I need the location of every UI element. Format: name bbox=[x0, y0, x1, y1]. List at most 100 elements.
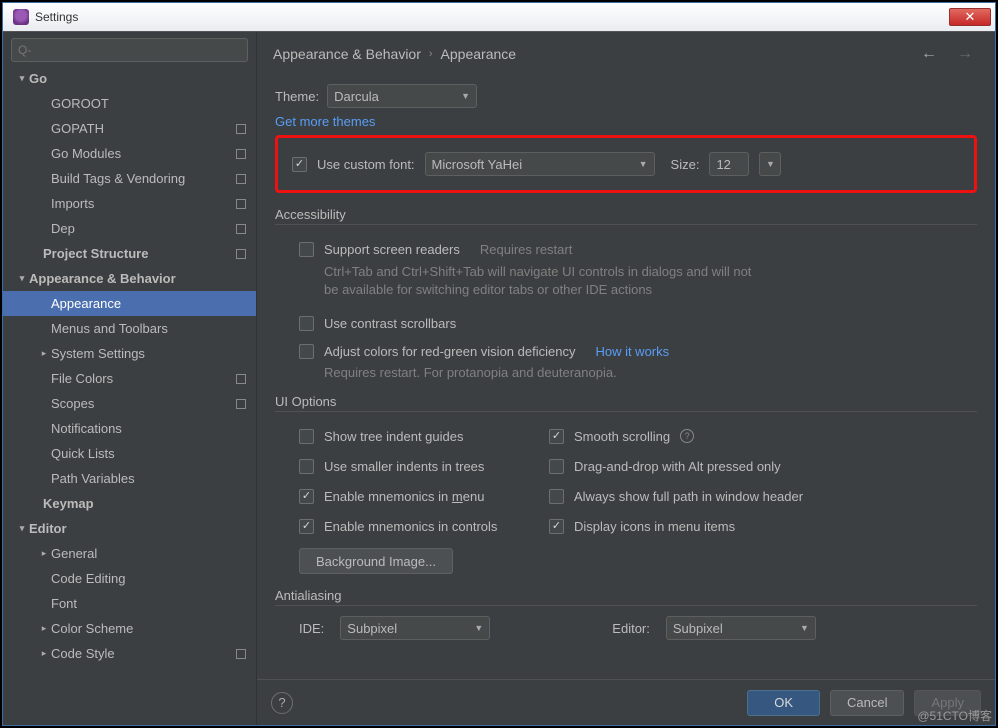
breadcrumb: Appearance & Behavior › Appearance ← → bbox=[257, 32, 995, 68]
chevron-down-icon: ▼ bbox=[766, 159, 775, 169]
tree-item[interactable]: Project Structure bbox=[3, 241, 256, 266]
ok-button[interactable]: OK bbox=[747, 690, 820, 716]
chevron-down-icon[interactable]: ▾ bbox=[15, 73, 29, 84]
tree-item-label: Go bbox=[29, 71, 246, 86]
theme-label: Theme: bbox=[275, 89, 319, 104]
screen-readers-note: Ctrl+Tab and Ctrl+Shift+Tab will navigat… bbox=[299, 263, 769, 299]
chevron-right-icon[interactable]: ▸ bbox=[37, 348, 51, 359]
breadcrumb-current: Appearance bbox=[441, 46, 517, 62]
screen-readers-checkbox[interactable] bbox=[299, 242, 314, 257]
chevron-down-icon[interactable]: ▾ bbox=[15, 523, 29, 534]
tree-item-label: Keymap bbox=[43, 496, 246, 511]
tree-item[interactable]: Keymap bbox=[3, 491, 256, 516]
tree-item[interactable]: Dep bbox=[3, 216, 256, 241]
tree-item-label: Code Editing bbox=[51, 571, 246, 586]
font-dropdown[interactable]: Microsoft YaHei ▼ bbox=[425, 152, 655, 176]
full-path-checkbox[interactable] bbox=[549, 489, 564, 504]
tree-item[interactable]: ▾Appearance & Behavior bbox=[3, 266, 256, 291]
tree-item-label: Appearance bbox=[51, 296, 246, 311]
tree-item-label: Notifications bbox=[51, 421, 246, 436]
background-image-button[interactable]: Background Image... bbox=[299, 548, 453, 574]
tree-item[interactable]: ▸General bbox=[3, 541, 256, 566]
drag-alt-checkbox[interactable] bbox=[549, 459, 564, 474]
tree-item-label: Build Tags & Vendoring bbox=[51, 171, 236, 186]
tree-item[interactable]: ▸Color Scheme bbox=[3, 616, 256, 641]
theme-dropdown[interactable]: Darcula ▼ bbox=[327, 84, 477, 108]
color-deficiency-checkbox[interactable] bbox=[299, 344, 314, 359]
tree-item[interactable]: ▸Code Style bbox=[3, 641, 256, 666]
icons-menu-checkbox[interactable] bbox=[549, 519, 564, 534]
breadcrumb-parent[interactable]: Appearance & Behavior bbox=[273, 46, 421, 62]
smooth-scrolling-checkbox[interactable] bbox=[549, 429, 564, 444]
search-input[interactable] bbox=[11, 38, 248, 62]
tree-item[interactable]: Go Modules bbox=[3, 141, 256, 166]
settings-panel: Appearance & Behavior › Appearance ← → T… bbox=[257, 32, 995, 725]
tree-item[interactable]: GOROOT bbox=[3, 91, 256, 116]
chevron-down-icon: ▼ bbox=[474, 623, 483, 633]
tree-item-label: Dep bbox=[51, 221, 236, 236]
tree-item[interactable]: ▸System Settings bbox=[3, 341, 256, 366]
watermark: @51CTO博客 bbox=[917, 707, 992, 724]
get-more-themes-link[interactable]: Get more themes bbox=[275, 114, 375, 129]
help-button[interactable]: ? bbox=[271, 692, 293, 714]
color-deficiency-note: Requires restart. For protanopia and deu… bbox=[299, 365, 977, 380]
tree-indent-checkbox[interactable] bbox=[299, 429, 314, 444]
chevron-right-icon[interactable]: ▸ bbox=[37, 648, 51, 659]
mnemonics-controls-checkbox[interactable] bbox=[299, 519, 314, 534]
close-button[interactable]: ✕ bbox=[949, 8, 991, 26]
project-badge-icon bbox=[236, 124, 246, 134]
tree-item[interactable]: Imports bbox=[3, 191, 256, 216]
project-badge-icon bbox=[236, 149, 246, 159]
screen-readers-label: Support screen readers bbox=[324, 242, 460, 257]
forward-arrow-icon[interactable]: → bbox=[951, 43, 979, 65]
tree-item-label: GOROOT bbox=[51, 96, 246, 111]
project-badge-icon bbox=[236, 649, 246, 659]
font-size-label: Size: bbox=[671, 157, 700, 172]
mnemonics-menu-checkbox[interactable] bbox=[299, 489, 314, 504]
chevron-right-icon[interactable]: ▸ bbox=[37, 623, 51, 634]
aa-editor-dropdown[interactable]: Subpixel ▼ bbox=[666, 616, 816, 640]
tree-item[interactable]: Menus and Toolbars bbox=[3, 316, 256, 341]
tree-item[interactable]: Path Variables bbox=[3, 466, 256, 491]
aa-ide-dropdown[interactable]: Subpixel ▼ bbox=[340, 616, 490, 640]
tree-item[interactable]: Font bbox=[3, 591, 256, 616]
tree-item[interactable]: Build Tags & Vendoring bbox=[3, 166, 256, 191]
help-icon[interactable]: ? bbox=[680, 429, 694, 443]
use-custom-font-checkbox[interactable] bbox=[292, 157, 307, 172]
tree-item-label: Font bbox=[51, 596, 246, 611]
app-icon bbox=[13, 9, 29, 25]
chevron-down-icon: ▼ bbox=[800, 623, 809, 633]
chevron-right-icon[interactable]: ▸ bbox=[37, 548, 51, 559]
chevron-down-icon: ▼ bbox=[461, 91, 470, 101]
chevron-down-icon: ▼ bbox=[639, 159, 648, 169]
tree-item-label: Menus and Toolbars bbox=[51, 321, 246, 336]
settings-window: Settings ✕ ▾GoGOROOTGOPATHGo ModulesBuil… bbox=[2, 2, 996, 726]
project-badge-icon bbox=[236, 224, 246, 234]
back-arrow-icon[interactable]: ← bbox=[915, 43, 943, 65]
contrast-scrollbars-checkbox[interactable] bbox=[299, 316, 314, 331]
project-badge-icon bbox=[236, 174, 246, 184]
tree-item[interactable]: Appearance bbox=[3, 291, 256, 316]
aa-ide-label: IDE: bbox=[299, 621, 324, 636]
color-deficiency-label: Adjust colors for red-green vision defic… bbox=[324, 344, 575, 359]
window-title: Settings bbox=[35, 10, 949, 24]
tree-item[interactable]: GOPATH bbox=[3, 116, 256, 141]
how-it-works-link[interactable]: How it works bbox=[595, 344, 669, 359]
tree-item[interactable]: Notifications bbox=[3, 416, 256, 441]
cancel-button[interactable]: Cancel bbox=[830, 690, 904, 716]
contrast-scrollbars-label: Use contrast scrollbars bbox=[324, 316, 456, 331]
chevron-down-icon[interactable]: ▾ bbox=[15, 273, 29, 284]
settings-tree[interactable]: ▾GoGOROOTGOPATHGo ModulesBuild Tags & Ve… bbox=[3, 66, 256, 725]
tree-item[interactable]: ▾Go bbox=[3, 66, 256, 91]
font-size-field[interactable]: 12 bbox=[709, 152, 749, 176]
tree-item-label: Scopes bbox=[51, 396, 236, 411]
tree-item[interactable]: ▾Editor bbox=[3, 516, 256, 541]
tree-item-label: File Colors bbox=[51, 371, 236, 386]
font-size-stepper[interactable]: ▼ bbox=[759, 152, 781, 176]
tree-item-label: GOPATH bbox=[51, 121, 236, 136]
tree-item[interactable]: Quick Lists bbox=[3, 441, 256, 466]
tree-item[interactable]: Code Editing bbox=[3, 566, 256, 591]
tree-item[interactable]: Scopes bbox=[3, 391, 256, 416]
smaller-indents-checkbox[interactable] bbox=[299, 459, 314, 474]
tree-item[interactable]: File Colors bbox=[3, 366, 256, 391]
